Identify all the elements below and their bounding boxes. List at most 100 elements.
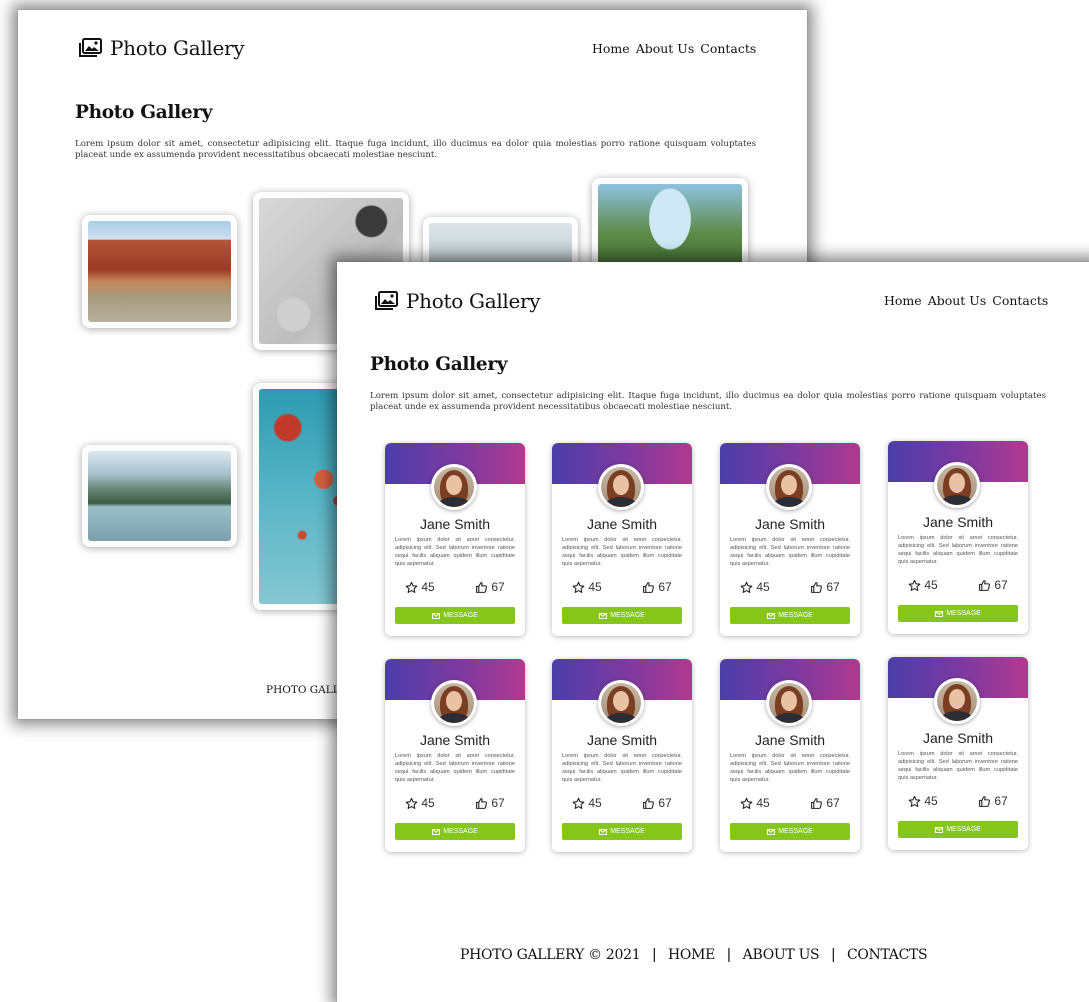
card-text: Lorem ipsum dolor sit amet consectetur, … xyxy=(562,537,682,567)
card-stats: 45 67 xyxy=(888,578,1028,592)
avatar xyxy=(598,464,644,510)
stars-stat[interactable]: 45 xyxy=(405,796,435,810)
star-outline-icon xyxy=(908,795,921,807)
nav-contacts[interactable]: Contacts xyxy=(700,41,756,56)
envelope-icon xyxy=(432,612,441,619)
message-button-label: MESSAGE xyxy=(946,610,981,617)
card-name: Jane Smith xyxy=(922,514,994,530)
card-stats: 45 67 xyxy=(552,580,692,594)
photo-mountain-lake[interactable] xyxy=(82,445,237,547)
card-text: Lorem ipsum dolor sit amet consectetur, … xyxy=(898,535,1018,565)
likes-count: 67 xyxy=(491,796,505,810)
brand-logo[interactable]: Photo Gallery xyxy=(375,289,541,313)
card-name: Jane Smith xyxy=(754,732,826,748)
thumbs-up-icon xyxy=(476,581,488,593)
nav-about[interactable]: About Us xyxy=(636,41,695,56)
message-button[interactable]: MESSAGE xyxy=(898,821,1018,838)
envelope-icon xyxy=(935,610,944,617)
nav-home[interactable]: Home xyxy=(592,41,630,56)
stars-stat[interactable]: 45 xyxy=(572,580,602,594)
avatar xyxy=(934,678,980,724)
footer-separator: | xyxy=(831,946,835,963)
footer-contacts-link[interactable]: CONTACTS xyxy=(847,947,928,963)
thumbs-up-icon xyxy=(476,797,488,809)
likes-count: 67 xyxy=(994,794,1008,808)
likes-count: 67 xyxy=(658,796,672,810)
nav-home[interactable]: Home xyxy=(884,293,922,308)
message-button[interactable]: MESSAGE xyxy=(730,823,850,840)
avatar xyxy=(431,464,477,510)
star-outline-icon xyxy=(405,797,418,809)
likes-stat[interactable]: 67 xyxy=(810,796,840,810)
likes-stat[interactable]: 67 xyxy=(475,580,505,594)
stars-count: 45 xyxy=(924,578,938,592)
message-button[interactable]: MESSAGE xyxy=(395,607,515,624)
stars-stat[interactable]: 45 xyxy=(405,580,435,594)
profile-card: Jane Smith Lorem ipsum dolor sit amet co… xyxy=(720,443,860,636)
gallery-window-front: Photo Gallery Home About Us Contacts Pho… xyxy=(337,262,1089,1002)
message-button[interactable]: MESSAGE xyxy=(562,607,682,624)
page-description: Lorem ipsum dolor sit amet, consectetur … xyxy=(75,139,756,160)
nav-contacts[interactable]: Contacts xyxy=(992,293,1048,308)
footer-text: PHOTO GALLE xyxy=(266,684,348,696)
envelope-icon xyxy=(432,828,441,835)
message-button-label: MESSAGE xyxy=(946,826,981,833)
message-button[interactable]: MESSAGE xyxy=(395,823,515,840)
brand-logo[interactable]: Photo Gallery xyxy=(79,36,245,60)
message-button-label: MESSAGE xyxy=(778,828,813,835)
footer: PHOTO GALLERY © 2021 | HOME | ABOUT US |… xyxy=(460,946,928,963)
message-button-label: MESSAGE xyxy=(443,612,478,619)
card-stats: 45 67 xyxy=(385,796,525,810)
footer-separator: | xyxy=(652,946,656,963)
envelope-icon xyxy=(935,826,944,833)
stars-stat[interactable]: 45 xyxy=(572,796,602,810)
likes-stat[interactable]: 67 xyxy=(978,794,1008,808)
stars-count: 45 xyxy=(756,796,770,810)
likes-stat[interactable]: 67 xyxy=(475,796,505,810)
thumbs-up-icon xyxy=(979,795,991,807)
envelope-icon xyxy=(599,828,608,835)
stars-stat[interactable]: 45 xyxy=(740,796,770,810)
envelope-icon xyxy=(599,612,608,619)
profile-card: Jane Smith Lorem ipsum dolor sit amet co… xyxy=(552,443,692,636)
likes-stat[interactable]: 67 xyxy=(642,580,672,594)
profile-card: Jane Smith Lorem ipsum dolor sit amet co… xyxy=(888,657,1028,850)
page-title: Photo Gallery xyxy=(370,354,508,375)
profile-card: Jane Smith Lorem ipsum dolor sit amet co… xyxy=(385,659,525,852)
brand-name: Photo Gallery xyxy=(110,36,245,60)
card-name: Jane Smith xyxy=(586,516,658,532)
footer-copyright: PHOTO GALLERY © 2021 xyxy=(460,946,641,963)
profile-card: Jane Smith Lorem ipsum dolor sit amet co… xyxy=(552,659,692,852)
avatar xyxy=(431,680,477,726)
image-gallery-icon xyxy=(79,38,102,57)
profile-card: Jane Smith Lorem ipsum dolor sit amet co… xyxy=(720,659,860,852)
message-button[interactable]: MESSAGE xyxy=(898,605,1018,622)
footer-about-link[interactable]: ABOUT US xyxy=(743,947,820,963)
page-description: Lorem ipsum dolor sit amet, consectetur … xyxy=(370,391,1046,412)
likes-count: 67 xyxy=(826,796,840,810)
image-gallery-icon xyxy=(375,291,398,310)
profile-card: Jane Smith Lorem ipsum dolor sit amet co… xyxy=(385,443,525,636)
star-outline-icon xyxy=(405,581,418,593)
message-button-label: MESSAGE xyxy=(778,612,813,619)
stars-stat[interactable]: 45 xyxy=(740,580,770,594)
stars-stat[interactable]: 45 xyxy=(908,578,938,592)
photo-canyon-road[interactable] xyxy=(82,215,237,328)
stars-stat[interactable]: 45 xyxy=(908,794,938,808)
stars-count: 45 xyxy=(924,794,938,808)
likes-stat[interactable]: 67 xyxy=(978,578,1008,592)
card-text: Lorem ipsum dolor sit amet consectetur, … xyxy=(395,753,515,783)
nav-about[interactable]: About Us xyxy=(928,293,987,308)
card-name: Jane Smith xyxy=(922,730,994,746)
message-button[interactable]: MESSAGE xyxy=(730,607,850,624)
card-stats: 45 67 xyxy=(720,580,860,594)
stars-count: 45 xyxy=(756,580,770,594)
message-button[interactable]: MESSAGE xyxy=(562,823,682,840)
brand-name: Photo Gallery xyxy=(406,289,541,313)
thumbs-up-icon xyxy=(811,797,823,809)
likes-stat[interactable]: 67 xyxy=(810,580,840,594)
footer-home-link[interactable]: HOME xyxy=(668,947,715,963)
likes-stat[interactable]: 67 xyxy=(642,796,672,810)
envelope-icon xyxy=(767,828,776,835)
top-nav: Home About Us Contacts xyxy=(884,293,1048,308)
